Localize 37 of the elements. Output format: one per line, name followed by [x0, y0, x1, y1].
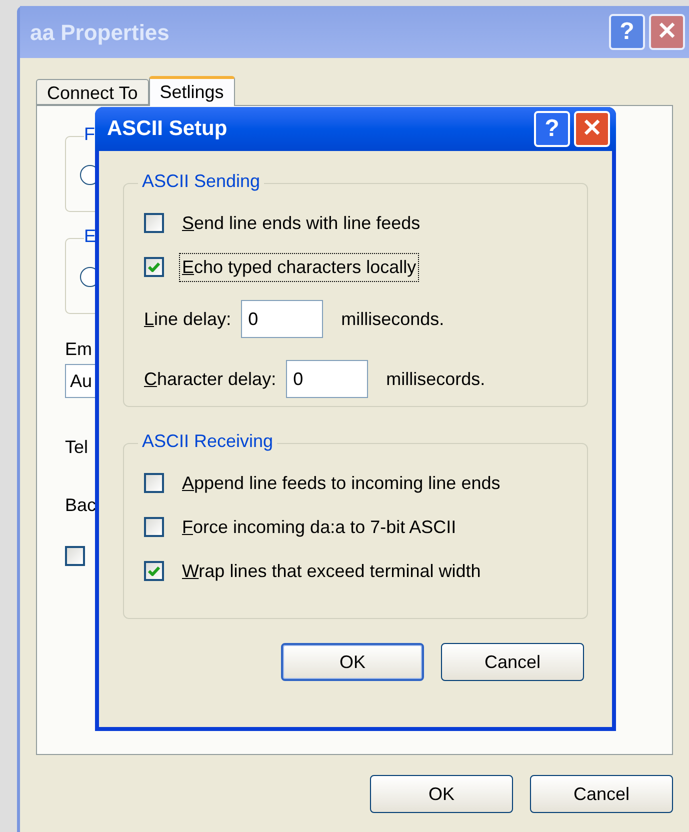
- number-field[interactable]: 0: [241, 300, 324, 338]
- check-icon: [148, 566, 160, 576]
- checkbox[interactable]: [144, 473, 164, 493]
- checkbox-label: Append line feeds to incoming line ends: [181, 472, 502, 495]
- help-button[interactable]: ?: [609, 14, 645, 50]
- checkbox[interactable]: [144, 517, 164, 537]
- dialog-title: ASCII Setup: [107, 116, 228, 142]
- group-title: E: [84, 227, 96, 245]
- group-title: ASCII Receiving: [138, 432, 278, 450]
- checkbox[interactable]: [144, 257, 164, 277]
- unit-label: millisecords.: [386, 368, 486, 390]
- dialog-button[interactable]: OK: [370, 775, 513, 813]
- field-label: Character delay:: [144, 368, 276, 391]
- dialog-button[interactable]: Cancel: [530, 775, 673, 813]
- group-title: ASCII Sending: [138, 172, 264, 190]
- checkbox[interactable]: [144, 561, 164, 581]
- field-label: Tel: [65, 438, 88, 456]
- group-title: F: [84, 125, 95, 143]
- checkbox-label: Force incoming da:a to 7-bit ASCII: [181, 516, 458, 539]
- checkbox[interactable]: [144, 213, 164, 233]
- checkbox-label: Wrap lines that exceed terminal width: [181, 560, 482, 583]
- tab[interactable]: Setlings: [148, 76, 235, 106]
- check-icon: [148, 262, 160, 272]
- unit-label: milliseconds.: [341, 308, 444, 330]
- dialog-button[interactable]: Cancel: [441, 643, 584, 681]
- tab[interactable]: Connect To: [36, 79, 149, 105]
- window-title: aa Properties: [30, 18, 170, 47]
- field-label: Em: [65, 340, 92, 358]
- close-button[interactable]: ✕: [574, 111, 610, 147]
- checkbox[interactable]: [65, 546, 85, 566]
- checkbox-label: Send line ends with line feeds: [181, 212, 422, 234]
- field-label: Line delay:: [144, 308, 232, 331]
- field-label: Bac: [65, 496, 96, 514]
- dialog-button[interactable]: OK: [281, 643, 424, 681]
- number-field[interactable]: 0: [286, 360, 368, 398]
- help-button[interactable]: ?: [534, 111, 570, 147]
- checkbox-label: Echo typed characters locally: [180, 254, 418, 280]
